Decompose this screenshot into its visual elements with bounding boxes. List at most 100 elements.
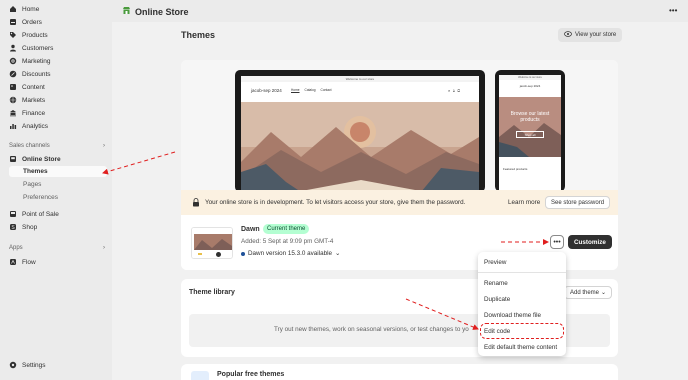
sidebar-item-label: Home <box>22 5 40 13</box>
sidebar-item-shop[interactable]: S Shop <box>9 221 107 233</box>
sidebar-item-products[interactable]: Products <box>9 29 107 41</box>
sidebar-item-label: Markets <box>22 96 46 104</box>
edit-code-highlight <box>480 323 564 339</box>
menu-item-rename[interactable]: Rename <box>484 280 508 287</box>
theme-actions-button[interactable]: ••• <box>550 235 564 249</box>
mobile-brand: jacob-sep 2024 <box>519 84 541 88</box>
hero-landscape-image <box>241 102 479 192</box>
menu-item-edit-default-theme-content[interactable]: Edit default theme content <box>484 344 557 351</box>
sidebar-item-label: Online Store <box>22 155 61 163</box>
sidebar-item-content[interactable]: Content <box>9 81 107 93</box>
menu-item-duplicate[interactable]: Duplicate <box>484 296 510 303</box>
sidebar-item-label: Preferences <box>23 194 59 201</box>
menu-divider <box>478 272 566 273</box>
add-theme-button[interactable]: Add theme ⌄ <box>564 286 613 299</box>
sidebar-item-finance[interactable]: Finance <box>9 107 107 119</box>
theme-version-text: Dawn version 15.3.0 available <box>248 250 333 257</box>
sidebar-item-pages[interactable]: Pages <box>23 179 41 190</box>
sidebar-item-label: Products <box>22 31 48 39</box>
bank-icon <box>9 109 17 117</box>
popular-themes-card: Popular free themes <box>181 364 618 380</box>
arrow-to-themes <box>102 151 176 175</box>
chevron-right-icon: › <box>103 143 105 149</box>
top-bar <box>112 0 688 22</box>
sidebar-item-point-of-sale[interactable]: Point of Sale <box>9 208 107 220</box>
learn-more-link[interactable]: Learn more <box>508 199 540 206</box>
content-icon <box>9 83 17 91</box>
desktop-preview[interactable]: Welcome to our store jacob-sep 2024 Home… <box>235 70 485 192</box>
sidebar: Home Orders Products Customers Marketing… <box>0 0 112 380</box>
apps-heading[interactable]: Apps › <box>9 245 105 251</box>
app-title: Online Store <box>122 6 189 17</box>
menu-item-preview[interactable]: Preview <box>484 259 506 266</box>
sales-channels-heading[interactable]: Sales channels › <box>9 143 105 149</box>
chevron-down-icon: ⌄ <box>335 250 341 257</box>
customize-button[interactable]: Customize <box>568 235 612 249</box>
desktop-nav: Home Catalog Contact <box>291 88 332 92</box>
desktop-nav-item: Contact <box>320 88 332 92</box>
sidebar-item-label: Flow <box>22 258 36 266</box>
add-theme-label: Add theme <box>570 289 600 296</box>
desktop-nav-item: Home <box>291 88 300 92</box>
shop-bag-icon: S <box>9 223 17 231</box>
sidebar-item-flow[interactable]: Flow <box>9 256 107 268</box>
sidebar-item-discounts[interactable]: Discounts <box>9 68 107 80</box>
sidebar-item-label: Themes <box>23 168 48 175</box>
desktop-nav-item: Catalog <box>304 88 316 92</box>
theme-version[interactable]: Dawn version 15.3.0 available ⌄ <box>241 250 340 257</box>
current-theme-badge: Current theme <box>263 224 310 234</box>
lock-icon <box>192 198 200 209</box>
sidebar-item-analytics[interactable]: Analytics <box>9 120 107 132</box>
desktop-screen: Welcome to our store jacob-sep 2024 Home… <box>241 76 479 192</box>
discount-icon <box>9 70 17 78</box>
mobile-section-title: Featured products <box>503 167 528 171</box>
desktop-announcement: Welcome to our store <box>241 76 479 82</box>
see-store-password-button[interactable]: See store password <box>545 196 611 209</box>
sidebar-item-label: Marketing <box>22 57 51 65</box>
menu-item-download-theme-file[interactable]: Download theme file <box>484 312 541 319</box>
popular-themes-title: Popular free themes <box>217 371 285 378</box>
themes-illustration-icon <box>191 371 209 380</box>
sidebar-item-markets[interactable]: Markets <box>9 94 107 106</box>
sidebar-item-online-store[interactable]: Online Store <box>9 153 107 165</box>
sidebar-item-marketing[interactable]: Marketing <box>9 55 107 67</box>
view-store-button[interactable]: View your store <box>558 28 623 42</box>
theme-library-empty-text: Try out new themes, work on seasonal ver… <box>274 326 469 333</box>
theme-library-title: Theme library <box>189 289 235 296</box>
sidebar-item-preferences[interactable]: Preferences <box>23 192 58 203</box>
sidebar-item-label: Pages <box>23 181 42 188</box>
apps-label: Apps <box>9 245 23 251</box>
sidebar-item-settings[interactable]: Settings <box>9 359 107 371</box>
home-icon <box>9 5 17 13</box>
mobile-preview[interactable]: Welcome to our store jacob-sep 2024 Brow… <box>495 70 565 192</box>
chart-icon <box>9 122 17 130</box>
online-store-icon <box>122 6 131 17</box>
theme-thumbnail-image <box>192 228 232 258</box>
person-icon <box>9 44 17 52</box>
sidebar-item-orders[interactable]: Orders <box>9 16 107 28</box>
sidebar-item-label: Settings <box>22 361 46 369</box>
sidebar-item-label: Analytics <box>22 122 49 130</box>
chevron-down-icon: ⌄ <box>601 290 607 296</box>
update-dot-icon <box>241 251 245 256</box>
theme-actions-menu: Preview Rename Duplicate Download theme … <box>478 252 566 356</box>
sidebar-item-label: Content <box>22 83 45 91</box>
theme-name: Dawn <box>241 226 260 233</box>
sidebar-item-label: Customers <box>22 44 54 52</box>
banner-text: Your online store is in development. To … <box>205 199 466 206</box>
mobile-shop-button: Shop all <box>516 131 544 138</box>
more-actions-icon[interactable]: ••• <box>669 6 677 15</box>
chevron-right-icon: › <box>103 245 105 251</box>
store-icon <box>9 155 17 163</box>
sidebar-item-label: Orders <box>22 18 42 26</box>
page-title: Themes <box>181 30 216 40</box>
desktop-header-icons: ⌕♙⊡ <box>448 88 462 93</box>
theme-thumbnail <box>191 227 233 259</box>
sidebar-item-themes[interactable]: Themes <box>9 166 107 177</box>
app-title-text: Online Store <box>135 6 189 17</box>
gear-icon <box>9 361 17 369</box>
sidebar-item-customers[interactable]: Customers <box>9 42 107 54</box>
sidebar-item-home[interactable]: Home <box>9 3 107 15</box>
current-theme-card: Welcome to our store jacob-sep 2024 Home… <box>181 60 618 270</box>
mobile-announcement: Welcome to our store <box>499 75 561 80</box>
